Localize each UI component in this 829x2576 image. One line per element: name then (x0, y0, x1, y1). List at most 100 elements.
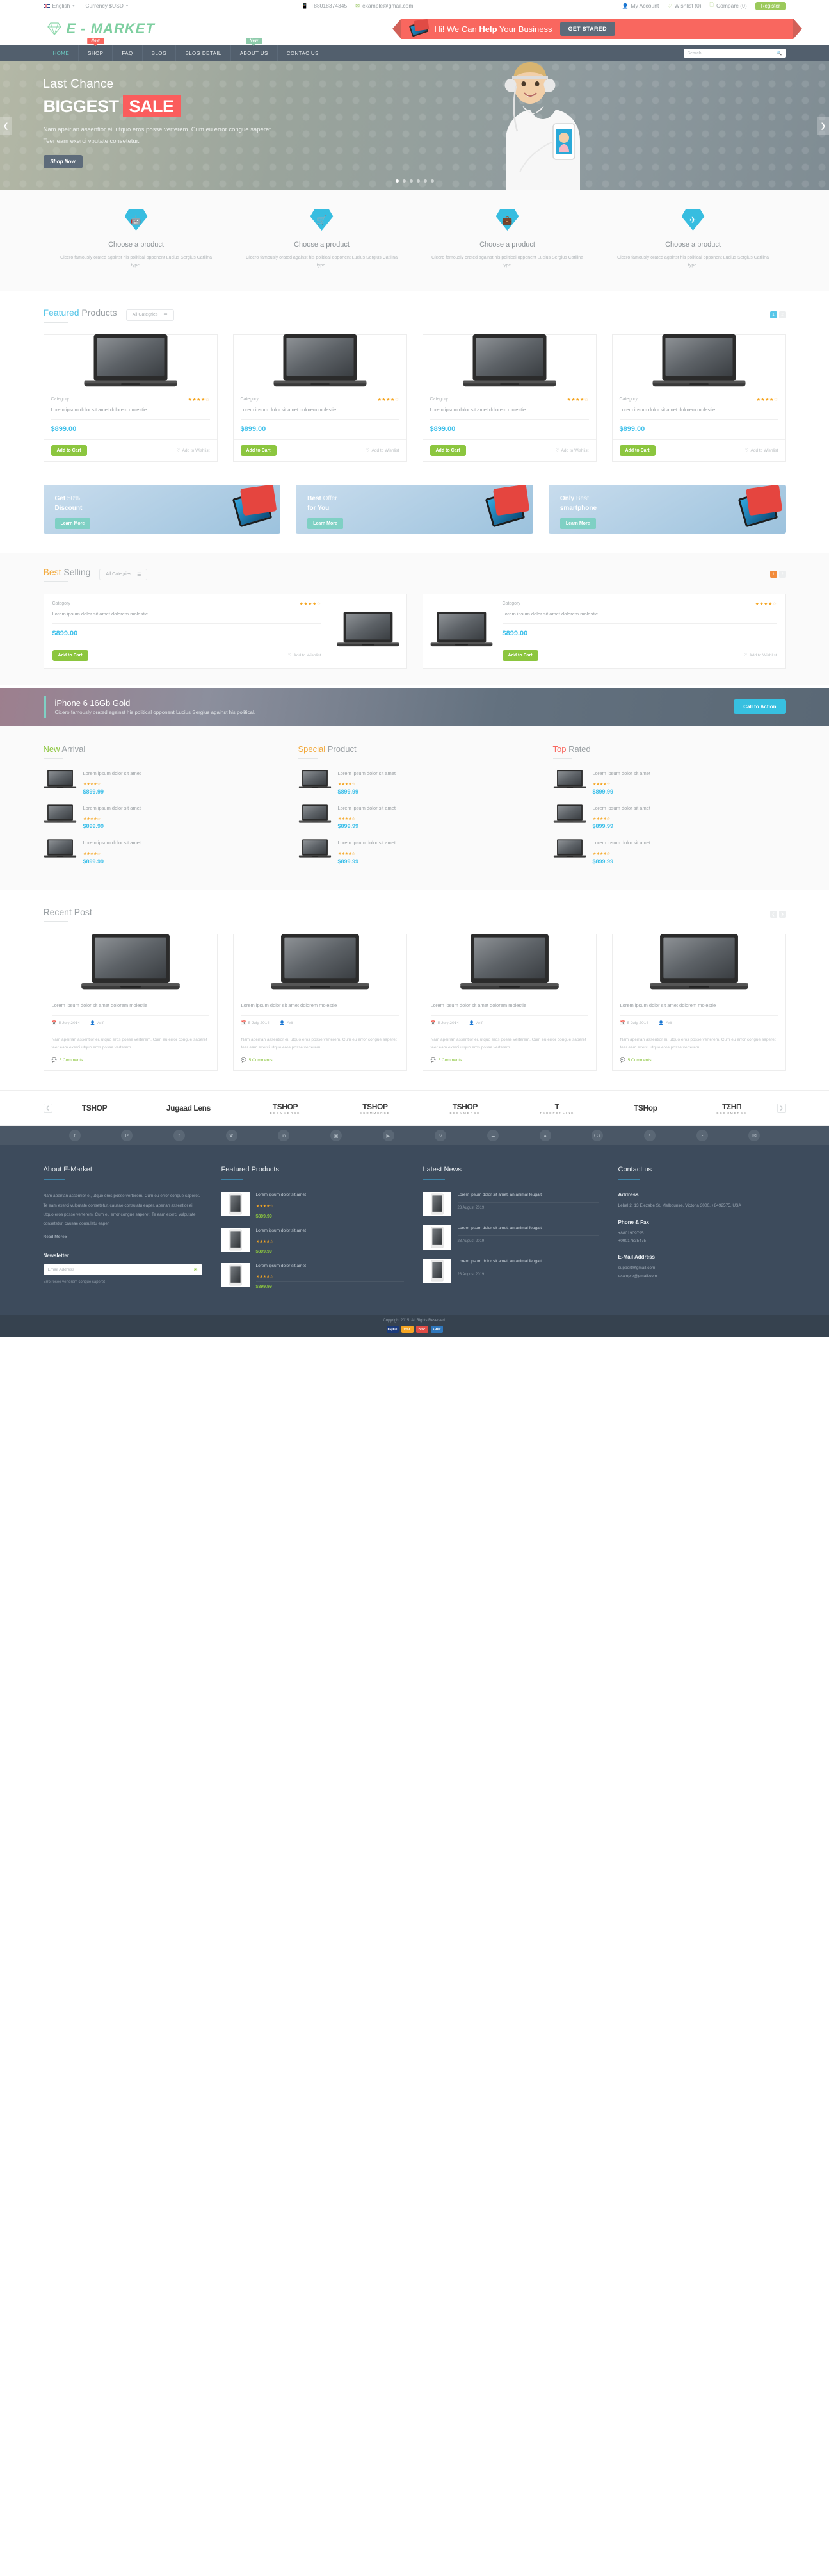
google-plus-icon[interactable]: G+ (592, 1130, 604, 1142)
add-to-wishlist-link[interactable]: ♡ Add to Wishlist (177, 448, 210, 453)
footer-news-item[interactable]: Lorem ipsum dolor sit amet, an animal fe… (423, 1259, 599, 1284)
envelope-icon[interactable]: ✉ (194, 1268, 198, 1273)
add-to-wishlist-link[interactable]: ♡ Add to Wishlist (745, 448, 778, 453)
vimeo-icon[interactable]: v (435, 1130, 447, 1142)
product-card[interactable]: Category ★★★★☆ Lorem ipsum dolor sit amet … (611, 334, 786, 462)
linkedin-icon[interactable]: in (278, 1130, 290, 1142)
product-card[interactable]: Category ★★★★☆ Lorem ipsum dolor sit amet … (232, 334, 407, 462)
nav-item-blog[interactable]: BLOG (143, 45, 177, 61)
brand-logo-1[interactable]: TSHOP (82, 1104, 108, 1113)
nav-item-shop[interactable]: New SHOP (79, 38, 113, 61)
post-comments-link[interactable]: 💬 5 Comments (431, 1057, 588, 1063)
learn-more-button[interactable]: Learn More (307, 518, 343, 529)
post-card[interactable]: Lorem ipsum dolor sit amet dolorem moles… (422, 933, 597, 1072)
hero-dot-3[interactable] (409, 179, 413, 183)
post-card[interactable]: Lorem ipsum dolor sit amet dolorem moles… (611, 933, 786, 1072)
product-card[interactable]: Category ★★★★☆ Lorem ipsum dolor sit amet … (422, 334, 597, 462)
post-card[interactable]: Lorem ipsum dolor sit amet dolorem moles… (43, 933, 218, 1072)
add-to-cart-button[interactable]: Add to Cart (52, 649, 88, 661)
search-icon[interactable]: 🔍 (777, 51, 782, 56)
mini-product-item[interactable]: Lorem ipsum dolor sit amet ★★★★☆ $899.99 (553, 838, 786, 865)
facebook-icon[interactable]: f (68, 1130, 81, 1142)
brand-logo-5[interactable]: TSHOP ECOMMERCE (450, 1102, 481, 1114)
brand-logo-8[interactable]: TΣHΠ ECOMMERCE (716, 1102, 747, 1114)
brand-logo-6[interactable]: T TSHOPONLINE (540, 1102, 574, 1114)
product-card[interactable]: Category ★★★★☆ Lorem ipsum dolor sit amet … (43, 334, 218, 462)
pager-page-2[interactable]: 2 (778, 311, 786, 318)
add-to-wishlist-link[interactable]: ♡ Add to Wishlist (288, 653, 321, 658)
mini-product-item[interactable]: Lorem ipsum dolor sit amet ★★★★☆ $899.99 (553, 804, 786, 829)
search-input[interactable]: Search 🔍 (683, 49, 786, 58)
brands-prev-button[interactable]: ❮ (43, 1104, 52, 1113)
add-to-cart-button[interactable]: Add to Cart (502, 649, 538, 661)
hero-dot-5[interactable] (423, 179, 427, 183)
tumblr-icon[interactable]: t (173, 1130, 185, 1142)
instagram-icon[interactable]: ▣ (330, 1130, 342, 1142)
post-comments-link[interactable]: 💬 5 Comments (52, 1057, 209, 1063)
add-to-cart-button[interactable]: Add to Cart (619, 444, 656, 456)
my-account-link[interactable]: 👤 My Account (622, 3, 659, 9)
mini-product-item[interactable]: Lorem ipsum dolor sit amet ★★★★☆ $899.99 (44, 804, 277, 829)
currency-selector[interactable]: Currency $USD ▾ (85, 3, 128, 9)
best-selling-card[interactable]: Category ★★★★☆ Lorem ipsum dolor sit amet … (43, 593, 407, 669)
mini-product-item[interactable]: Lorem ipsum dolor sit amet ★★★★☆ $899.99 (44, 838, 277, 865)
pager-page-1[interactable]: 1 (769, 571, 777, 578)
promo-banner-3[interactable]: Only Best smartphone Learn More (548, 484, 786, 534)
brand-logo-4[interactable]: TSHOP ECOMMERCE (360, 1102, 390, 1114)
mini-product-item[interactable]: Lorem ipsum dolor sit amet ★★★★☆ $899.99 (298, 769, 531, 795)
post-card[interactable]: Lorem ipsum dolor sit amet dolorem moles… (232, 933, 407, 1072)
mini-product-item[interactable]: Lorem ipsum dolor sit amet ★★★★☆ $899.99 (298, 804, 531, 829)
hero-dot-4[interactable] (416, 179, 420, 183)
email-icon[interactable]: ✉ (748, 1130, 761, 1142)
add-to-wishlist-link[interactable]: ♡ Add to Wishlist (556, 448, 589, 453)
promo-banner-2[interactable]: Best Offer for You Learn More (296, 484, 533, 534)
pager-page-2[interactable]: 2 (778, 571, 786, 578)
read-more-link[interactable]: Read More ▸ (44, 1234, 68, 1239)
hero-prev-button[interactable]: ❮ (0, 117, 12, 135)
brand-logo-2[interactable]: Jugaad Lens (166, 1104, 211, 1113)
add-to-wishlist-link[interactable]: ♡ Add to Wishlist (744, 653, 777, 658)
add-to-wishlist-link[interactable]: ♡ Add to Wishlist (366, 448, 399, 453)
learn-more-button[interactable]: Learn More (559, 518, 596, 529)
best-category-dropdown[interactable]: All Categries ☰ (99, 568, 148, 580)
nav-item-faq[interactable]: FAQ (113, 45, 143, 61)
footer-product-item[interactable]: Lorem ipsum dolor sit amet ★★★★☆ $899.99 (221, 1227, 404, 1254)
footer-product-item[interactable]: Lorem ipsum dolor sit amet ★★★★☆ $899.99 (221, 1263, 404, 1289)
mini-product-item[interactable]: Lorem ipsum dolor sit amet ★★★★☆ $899.99 (553, 769, 786, 795)
site-logo[interactable]: E - MARKET (44, 20, 155, 37)
newsletter-input[interactable]: Email Address ✉ (43, 1264, 202, 1276)
compare-link[interactable]: 🗋 Compare (0) (710, 1, 747, 10)
youtube-icon[interactable]: ▶ (382, 1130, 394, 1142)
nav-item-about-us[interactable]: New ABOUT US (231, 38, 278, 61)
shop-now-button[interactable]: Shop Now (43, 155, 83, 169)
nav-item-home[interactable]: HOME (43, 45, 79, 61)
best-selling-card[interactable]: Category ★★★★☆ Lorem ipsum dolor sit amet … (422, 593, 786, 669)
promo-banner-1[interactable]: Get 50% Discount Learn More (43, 484, 281, 534)
add-to-cart-button[interactable]: Add to Cart (430, 444, 466, 456)
hero-dot-6[interactable] (430, 179, 434, 183)
mini-product-item[interactable]: Lorem ipsum dolor sit amet ★★★★☆ $899.99 (44, 769, 277, 795)
footer-news-item[interactable]: Lorem ipsum dolor sit amet, an animal fe… (423, 1192, 599, 1217)
hero-next-button[interactable]: ❯ (817, 117, 829, 135)
mini-product-item[interactable]: Lorem ipsum dolor sit amet ★★★★☆ $899.99 (298, 838, 531, 865)
hero-dot-1[interactable] (395, 179, 399, 183)
footer-product-item[interactable]: Lorem ipsum dolor sit amet ★★★★☆ $899.99 (221, 1192, 404, 1219)
add-to-cart-button[interactable]: Add to Cart (240, 444, 277, 456)
footer-news-item[interactable]: Lorem ipsum dolor sit amet, an animal fe… (423, 1225, 599, 1250)
get-started-button[interactable]: GET STARED (559, 22, 615, 36)
add-to-cart-button[interactable]: Add to Cart (51, 444, 87, 456)
dribbble-icon[interactable]: ● (539, 1130, 551, 1142)
brand-logo-3[interactable]: TSHOP ECOMMERCE (270, 1102, 301, 1114)
cloud-icon[interactable]: ☁ (487, 1130, 499, 1142)
brands-next-button[interactable]: ❯ (777, 1104, 786, 1113)
post-comments-link[interactable]: 💬 5 Comments (241, 1057, 399, 1063)
learn-more-button[interactable]: Learn More (54, 518, 91, 529)
post-comments-link[interactable]: 💬 5 Comments (620, 1057, 778, 1063)
featured-category-dropdown[interactable]: All Categries ☰ (125, 309, 174, 321)
wishlist-link[interactable]: ♡ Wishlist (0) (667, 3, 701, 9)
language-selector[interactable]: English ▾ (43, 3, 74, 9)
share-icon[interactable]: ❦ (225, 1130, 237, 1142)
recent-next-button[interactable]: ❯ (778, 911, 786, 918)
pager-page-1[interactable]: 1 (769, 311, 777, 318)
hero-dot-2[interactable] (402, 179, 406, 183)
